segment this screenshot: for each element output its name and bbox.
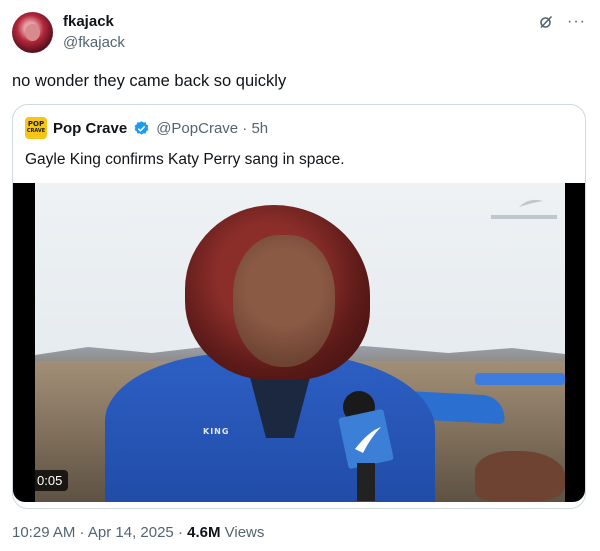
hand xyxy=(475,451,565,501)
jacket-name-tag: KING xyxy=(203,427,230,436)
tweet-meta: 10:29 AM · Apr 14, 2025 · 4.6M Views xyxy=(12,524,264,541)
tweet-timestamp[interactable]: 10:29 AM · Apr 14, 2025 · xyxy=(12,524,187,541)
video-frame: KING xyxy=(35,183,565,502)
quote-handle-time: @PopCrave · 5h xyxy=(156,119,269,137)
views-label: Views xyxy=(220,524,265,541)
quote-display-name[interactable]: Pop Crave xyxy=(53,120,127,137)
verified-badge-icon xyxy=(134,120,149,135)
author-handle[interactable]: @fkajack xyxy=(63,34,125,51)
more-icon[interactable]: ··· xyxy=(567,14,586,30)
parachute xyxy=(475,373,565,385)
author-display-name[interactable]: fkajack xyxy=(63,13,114,30)
avatar-face xyxy=(25,24,40,41)
logo-text-bottom: CRAVE xyxy=(26,128,46,134)
microphone xyxy=(338,391,394,501)
watermark-logo xyxy=(491,199,557,219)
grok-icon[interactable] xyxy=(539,15,553,29)
logo-text-top: POP xyxy=(27,120,45,128)
video-duration-badge: 0:05 xyxy=(31,470,69,491)
quote-text: Gayle King confirms Katy Perry sang in s… xyxy=(25,151,345,168)
quote-header: POP CRAVE Pop Crave @PopCrave · 5h xyxy=(25,117,268,139)
quote-tweet-card[interactable]: POP CRAVE Pop Crave @PopCrave · 5h Gayle… xyxy=(12,104,586,509)
video-player[interactable]: KING 0:05 xyxy=(13,183,585,502)
tweet-actions: ··· xyxy=(539,14,586,30)
avatar[interactable] xyxy=(12,12,53,53)
tweet-text: no wonder they came back so quickly xyxy=(12,72,287,90)
person-face xyxy=(233,235,335,367)
pop-crave-logo[interactable]: POP CRAVE xyxy=(25,117,47,139)
views-count[interactable]: 4.6M xyxy=(187,524,220,541)
